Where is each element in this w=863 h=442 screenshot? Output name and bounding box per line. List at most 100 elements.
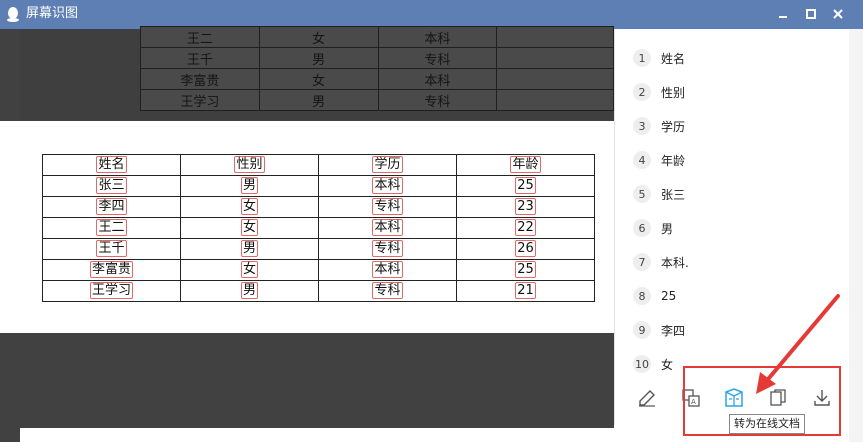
list-item[interactable]: 2 性别 (633, 75, 689, 109)
dimmed-table-cell: 王二 (140, 26, 260, 48)
recognized-text: 女 (240, 219, 258, 236)
list-item[interactable]: 1 姓名 (633, 41, 689, 75)
table-cell: 本科 (318, 175, 457, 197)
table-cell: 李富贵 (42, 259, 181, 281)
dimmed-table-cell: 李富贵 (140, 68, 260, 90)
item-number: 8 (633, 287, 651, 305)
table-cell: 22 (456, 217, 595, 239)
dimmed-table-cell: 男 (258, 89, 379, 111)
table-row: 李四 女 专科 23 (42, 196, 595, 218)
item-text: 李四 (661, 323, 686, 338)
scrollbar[interactable] (849, 29, 863, 442)
recognized-text: 性别 (234, 156, 265, 173)
recognized-text: 女 (240, 198, 258, 215)
table-cell: 女 (180, 217, 319, 239)
table-cell: 女 (180, 196, 319, 218)
table-cell: 性别 (180, 154, 319, 176)
dimmed-table-cell: 专科 (377, 47, 498, 69)
table-cell: 王二 (42, 217, 181, 239)
maximize-button[interactable] (803, 6, 819, 22)
penguin-icon (7, 7, 19, 22)
list-item[interactable]: 7 本科. (633, 245, 689, 279)
list-item[interactable]: 10 女 (633, 347, 689, 381)
recognized-text: 25 (515, 177, 536, 194)
recognized-text: 王千 (96, 240, 127, 257)
table-cell: 专科 (318, 280, 457, 302)
list-item[interactable]: 4 年龄 (633, 143, 689, 177)
edit-button[interactable] (635, 386, 659, 410)
recognized-text: 本科 (372, 177, 403, 194)
recognized-text: 年龄 (510, 156, 541, 173)
item-text: 年龄 (661, 153, 686, 168)
item-number: 4 (633, 151, 651, 169)
recognized-text: 男 (240, 282, 258, 299)
title-bar: 屏幕识图 (0, 0, 863, 29)
dimmed-table-cell: 女 (258, 26, 379, 48)
close-button[interactable] (830, 6, 846, 22)
table-cell: 男 (180, 280, 319, 302)
dimmed-table-cell (496, 47, 614, 69)
item-number: 1 (633, 49, 651, 67)
table-cell: 25 (456, 259, 595, 281)
dimmed-table-cell (496, 26, 614, 48)
table-cell: 21 (456, 280, 595, 302)
recognized-text: 男 (240, 177, 258, 194)
table-cell: 专科 (318, 196, 457, 218)
recognized-text: 专科 (372, 282, 403, 299)
list-item[interactable]: 3 学历 (633, 109, 689, 143)
table-cell: 专科 (318, 238, 457, 260)
table-row: 李富贵 女 本科 25 (42, 259, 595, 281)
table-cell: 男 (180, 238, 319, 260)
dimmed-table-cell: 本科 (377, 26, 498, 48)
recognized-text: 23 (515, 198, 536, 215)
table-cell: 25 (456, 175, 595, 197)
recognized-text: 26 (515, 240, 536, 257)
item-text: 男 (661, 221, 674, 236)
table-cell: 26 (456, 238, 595, 260)
item-number: 6 (633, 219, 651, 237)
item-number: 3 (633, 117, 651, 135)
list-item[interactable]: 6男 (633, 211, 689, 245)
item-text: 学历 (661, 119, 686, 134)
item-number: 5 (633, 185, 651, 203)
recognized-text: 张三 (96, 177, 127, 194)
table-cell: 女 (180, 259, 319, 281)
dimmed-table: 王二女本科 王千男专科 李富贵女本科 王学习男专科 (140, 26, 614, 111)
item-text: 性别 (661, 85, 686, 100)
recognized-text: 姓名 (96, 156, 127, 173)
recognized-text: 22 (515, 219, 536, 236)
table-row: 王千 男 专科 26 (42, 238, 595, 260)
table-cell: 男 (180, 175, 319, 197)
result-list: 1 姓名 2 性别 3 学历 4 年龄 5 张三 6 男 7 本科. 8 25 9 李四 10 女 (633, 41, 689, 381)
edit-icon (639, 390, 655, 407)
item-text: 女 (661, 357, 674, 372)
table-cell: 王千 (42, 238, 181, 260)
item-text: 张三 (661, 187, 686, 202)
minimize-button[interactable] (775, 6, 791, 22)
dimmed-table-cell: 男 (258, 47, 379, 69)
recognized-text: 李四 (96, 198, 127, 215)
table-cell: 学历 (318, 154, 457, 176)
list-item[interactable]: 9 李四 (633, 313, 689, 347)
recognized-text: 王二 (96, 219, 127, 236)
recognized-table: 姓名 性别 学历 年龄 张三男本科 25 李四女专科 23 王二女本科 22 王千男专科 26 李富贵女… (42, 154, 595, 302)
list-item[interactable]: 8 25 (633, 279, 689, 313)
recognized-text: 本科 (372, 261, 403, 278)
window-title: 屏幕识图 (26, 6, 79, 21)
table-cell: 23 (456, 196, 595, 218)
item-number: 10 (633, 355, 651, 373)
page-edge (20, 428, 614, 442)
dimmed-table-cell (496, 89, 614, 111)
dimmed-table-row: 王二女本科 (140, 26, 614, 48)
item-text: 姓名 (661, 51, 686, 66)
table-cell: 张三 (42, 175, 181, 197)
item-text: 本科. (661, 255, 689, 270)
recognized-text: 25 (515, 261, 536, 278)
item-number: 7 (633, 253, 651, 271)
recognized-text: 男 (240, 240, 258, 257)
list-item[interactable]: 5 张三 (633, 177, 689, 211)
dimmed-table-cell: 专科 (377, 89, 498, 111)
table-cell: 王学习 (42, 280, 181, 302)
dimmed-table-row: 王千男专科 (140, 47, 614, 69)
tooltip: 转为在线文档 (729, 414, 805, 434)
